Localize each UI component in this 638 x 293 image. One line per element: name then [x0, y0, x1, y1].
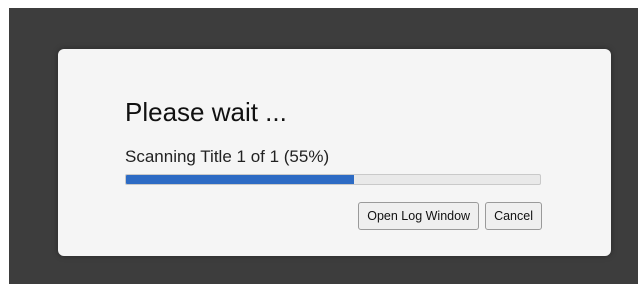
- progress-dialog: Please wait ... Scanning Title 1 of 1 (5…: [58, 49, 611, 256]
- scan-status-text: Scanning Title 1 of 1 (55%): [125, 147, 330, 166]
- cancel-button[interactable]: Cancel: [485, 202, 542, 230]
- open-log-window-button[interactable]: Open Log Window: [358, 202, 480, 230]
- dialog-button-row: Open Log Window Cancel: [358, 202, 542, 230]
- scan-progress-fill: [126, 175, 354, 184]
- dialog-title: Please wait ...: [125, 97, 287, 127]
- scan-progress-bar: [125, 174, 541, 185]
